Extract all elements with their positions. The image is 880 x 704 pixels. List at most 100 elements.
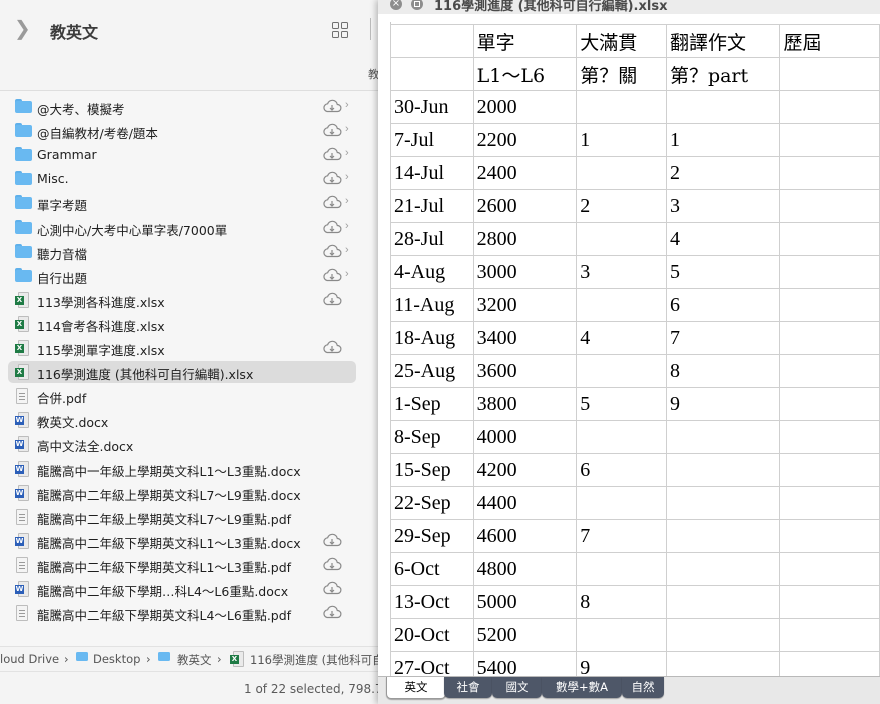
fullscreen-icon[interactable] bbox=[411, 0, 423, 10]
sheet-tab[interactable]: 國文 bbox=[492, 677, 542, 698]
cell[interactable] bbox=[665, 453, 781, 487]
cell[interactable]: 15-Sep bbox=[390, 453, 474, 487]
file-item[interactable]: W 龍騰高中二年級下學期…科L4～L6重點.docx bbox=[8, 578, 356, 600]
folder-item[interactable]: 單字考題 › bbox=[8, 192, 356, 214]
folder-item[interactable]: @自編教材/考卷/題本 › bbox=[8, 120, 356, 142]
cell[interactable]: 8 bbox=[665, 354, 781, 388]
cloud-download-icon[interactable] bbox=[322, 244, 342, 263]
cell[interactable]: L1～L6 bbox=[472, 57, 578, 91]
cell[interactable] bbox=[576, 618, 667, 652]
folder-item[interactable]: 自行出題 › bbox=[8, 265, 356, 287]
file-item[interactable]: 龍騰高中二年級上學期英文科L7～L9重點.pdf bbox=[8, 506, 356, 528]
cell[interactable]: 3200 bbox=[472, 288, 578, 322]
cloud-download-icon[interactable] bbox=[322, 147, 342, 166]
cell[interactable] bbox=[665, 519, 781, 553]
chevron-right-icon[interactable]: › bbox=[345, 244, 349, 256]
chevron-right-icon[interactable]: › bbox=[345, 220, 349, 232]
cell[interactable] bbox=[779, 189, 880, 223]
cell[interactable]: 3400 bbox=[472, 321, 578, 355]
cell[interactable]: 6 bbox=[665, 288, 781, 322]
cell[interactable] bbox=[665, 90, 781, 124]
chevron-right-icon[interactable]: › bbox=[345, 268, 349, 280]
cell[interactable]: 單字 bbox=[472, 24, 578, 58]
path-segment-folder[interactable]: 教英文 bbox=[177, 652, 212, 668]
path-segment-file[interactable]: 116學測進度 (其他科可自 bbox=[250, 652, 378, 668]
cell[interactable] bbox=[390, 57, 474, 91]
cell[interactable] bbox=[576, 288, 667, 322]
cell[interactable]: 6 bbox=[576, 453, 667, 487]
cell[interactable]: 4000 bbox=[472, 420, 578, 454]
back-chevron-icon[interactable]: ❯ bbox=[14, 16, 31, 41]
cell[interactable]: 22-Sep bbox=[390, 486, 474, 520]
cell[interactable]: 3600 bbox=[472, 354, 578, 388]
cell[interactable]: 5 bbox=[576, 387, 667, 421]
cell[interactable] bbox=[576, 90, 667, 124]
cell[interactable] bbox=[779, 288, 880, 322]
cell[interactable] bbox=[576, 420, 667, 454]
cell[interactable]: 11-Aug bbox=[390, 288, 474, 322]
chevron-right-icon[interactable]: › bbox=[345, 171, 349, 183]
cell[interactable]: 3000 bbox=[472, 255, 578, 289]
cloud-download-icon[interactable] bbox=[322, 581, 342, 600]
cell[interactable]: 5000 bbox=[472, 585, 578, 619]
chevron-right-icon[interactable]: › bbox=[345, 99, 349, 111]
cell[interactable] bbox=[779, 156, 880, 190]
file-item[interactable]: X 116學測進度 (其他科可自行編輯).xlsx bbox=[8, 361, 356, 384]
cell[interactable]: 28-Jul bbox=[390, 222, 474, 256]
cell[interactable]: 翻譯作文 bbox=[665, 24, 781, 58]
cell[interactable]: 7 bbox=[576, 519, 667, 553]
cloud-download-icon[interactable] bbox=[322, 171, 342, 190]
cell[interactable]: 2 bbox=[576, 189, 667, 223]
cell[interactable] bbox=[576, 354, 667, 388]
folder-item[interactable]: 聽力音檔 › bbox=[8, 241, 356, 263]
folder-item[interactable]: Misc. › bbox=[8, 168, 356, 190]
cell[interactable]: 3800 bbox=[472, 387, 578, 421]
cell[interactable]: 4200 bbox=[472, 453, 578, 487]
file-item[interactable]: X 113學測各科進度.xlsx bbox=[8, 289, 356, 311]
sheet-tab[interactable]: 社會 bbox=[444, 677, 492, 698]
cell[interactable] bbox=[665, 585, 781, 619]
cloud-download-icon[interactable] bbox=[322, 99, 342, 118]
cell[interactable]: 14-Jul bbox=[390, 156, 474, 190]
cloud-download-icon[interactable] bbox=[322, 220, 342, 239]
cell[interactable] bbox=[576, 552, 667, 586]
cell[interactable] bbox=[779, 453, 880, 487]
cell[interactable]: 7 bbox=[665, 321, 781, 355]
file-item[interactable]: 合併.pdf bbox=[8, 385, 356, 407]
cell[interactable] bbox=[779, 585, 880, 619]
chevron-right-icon[interactable]: › bbox=[345, 195, 349, 207]
cell[interactable]: 8 bbox=[576, 585, 667, 619]
cell[interactable] bbox=[779, 222, 880, 256]
cell[interactable]: 2600 bbox=[472, 189, 578, 223]
cloud-download-icon[interactable] bbox=[322, 557, 342, 576]
cell[interactable]: 1 bbox=[665, 123, 781, 157]
file-item[interactable]: W 龍騰高中二年級下學期英文科L1～L3重點.docx bbox=[8, 530, 356, 552]
cell[interactable]: 1 bbox=[576, 123, 667, 157]
cell[interactable] bbox=[576, 222, 667, 256]
cell[interactable]: 大滿貫 bbox=[576, 24, 667, 58]
chevron-right-icon[interactable]: › bbox=[345, 123, 349, 135]
cell[interactable]: 2800 bbox=[472, 222, 578, 256]
cell[interactable]: 1-Sep bbox=[390, 387, 474, 421]
sheet-tab[interactable]: 自然 bbox=[622, 677, 664, 698]
file-item[interactable]: X 115學測單字進度.xlsx bbox=[8, 337, 356, 359]
cell[interactable] bbox=[779, 57, 880, 91]
file-item[interactable]: W 龍騰高中二年級上學期英文科L7～L9重點.docx bbox=[8, 482, 356, 504]
cell[interactable]: 2400 bbox=[472, 156, 578, 190]
file-item[interactable]: X 114會考各科進度.xlsx bbox=[8, 313, 356, 335]
cell[interactable]: 6-Oct bbox=[390, 552, 474, 586]
cell[interactable]: 25-Aug bbox=[390, 354, 474, 388]
cell[interactable]: 2000 bbox=[472, 90, 578, 124]
cell[interactable]: 5200 bbox=[472, 618, 578, 652]
cell[interactable]: 4 bbox=[665, 222, 781, 256]
cell[interactable]: 第？part bbox=[665, 57, 781, 91]
cell[interactable]: 第？關 bbox=[576, 57, 667, 91]
cloud-download-icon[interactable] bbox=[322, 292, 342, 311]
cell[interactable]: 13-Oct bbox=[390, 585, 474, 619]
cell[interactable] bbox=[665, 618, 781, 652]
cell[interactable] bbox=[779, 387, 880, 421]
cloud-download-icon[interactable] bbox=[322, 533, 342, 552]
cell[interactable] bbox=[779, 255, 880, 289]
cell[interactable]: 29-Sep bbox=[390, 519, 474, 553]
cloud-download-icon[interactable] bbox=[322, 605, 342, 624]
